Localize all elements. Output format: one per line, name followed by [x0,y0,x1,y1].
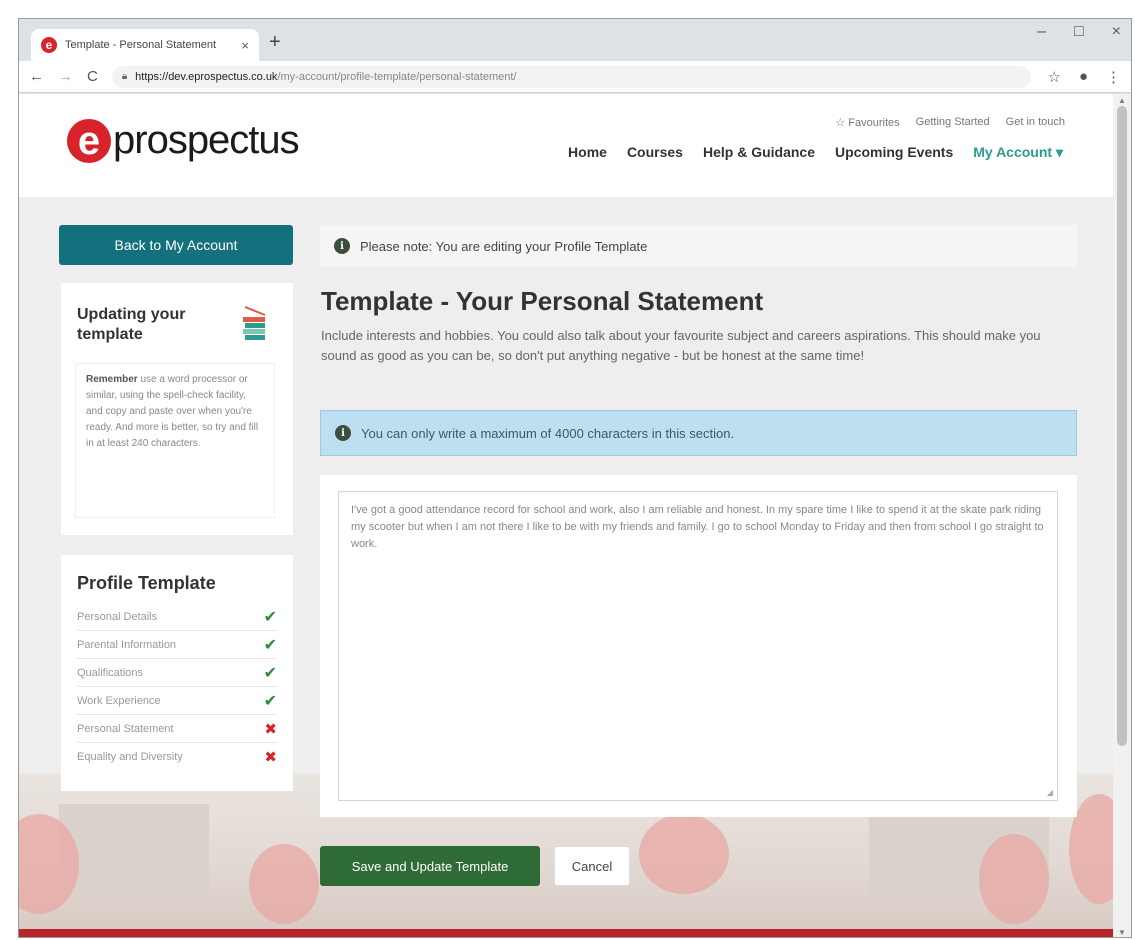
profile-item-parental-information[interactable]: Parental Information ✔ [77,631,277,659]
menu-dots-icon[interactable]: ⋮ [1106,68,1121,86]
tab-title: Template - Personal Statement [65,39,217,51]
check-icon: ✔ [263,691,277,710]
profile-item-label: Personal Details [77,610,158,623]
info-icon: i [335,425,351,441]
getting-started-link[interactable]: Getting Started [916,116,990,129]
profile-item-work-experience[interactable]: Work Experience ✔ [77,687,277,715]
profile-item-equality-diversity[interactable]: Equality and Diversity ✖ [77,743,277,771]
profile-item-label: Work Experience [77,694,161,707]
url-path: /my-account/profile-template/personal-st… [277,70,517,83]
personal-statement-textarea[interactable]: I've got a good attendance record for sc… [338,491,1058,801]
logo-mark-icon: e [67,118,111,163]
browser-tab[interactable]: e Template - Personal Statement × [31,29,259,61]
resize-grip-icon[interactable]: ◢ [1047,788,1053,797]
maximize-button[interactable]: □ [1074,23,1084,41]
nav-my-account-dropdown[interactable]: My Account ▾ [973,144,1063,161]
updating-template-card: Updating your template Remember use a wo… [61,283,293,535]
info-icon: i [334,238,350,254]
check-icon: ✔ [263,663,277,682]
site-header: e prospectus ☆ Favourites Getting Starte… [19,94,1115,197]
profile-item-label: Personal Statement [77,722,174,735]
profile-item-qualifications[interactable]: Qualifications ✔ [77,659,277,687]
tab-strip: e Template - Personal Statement × + – □ … [19,19,1131,61]
reload-icon[interactable]: C [87,68,98,85]
main-navigation: Home Courses Help & Guidance Upcoming Ev… [568,144,1063,161]
profile-item-label: Qualifications [77,666,144,679]
tab-close-icon[interactable]: × [241,38,249,53]
scrollbar-thumb[interactable] [1117,106,1127,746]
browser-toolbar: ← → C 🔒︎ https://dev.eprospectus.co.uk/m… [19,61,1131,93]
eprospectus-favicon-icon: e [41,37,57,53]
footer-red-bar [19,929,1115,937]
eprospectus-logo[interactable]: e prospectus [67,118,300,163]
nav-upcoming-events[interactable]: Upcoming Events [835,144,953,161]
forward-arrow-icon[interactable]: → [58,68,73,85]
check-icon: ✔ [263,607,277,626]
profile-item-label: Parental Information [77,638,177,651]
page-description: Include interests and hobbies. You could… [321,328,1041,363]
logo-text: prospectus [113,118,300,162]
profile-template-card: Profile Template Personal Details ✔ Pare… [61,555,293,791]
address-bar[interactable]: 🔒︎ https://dev.eprospectus.co.uk/my-acco… [111,65,1032,88]
lock-icon: 🔒︎ [121,71,128,82]
cancel-button[interactable]: Cancel [554,846,630,886]
close-window-button[interactable]: × [1112,23,1121,41]
profile-item-personal-details[interactable]: Personal Details ✔ [77,603,277,631]
new-tab-button[interactable]: + [269,31,281,54]
editing-notice: i Please note: You are editing your Prof… [320,225,1077,267]
cross-icon: ✖ [264,748,277,766]
get-in-touch-link[interactable]: Get in touch [1006,116,1065,129]
scroll-up-icon[interactable]: ▲ [1118,96,1126,105]
profile-template-title: Profile Template [77,573,216,593]
nav-home[interactable]: Home [568,144,607,161]
minimize-button[interactable]: – [1037,23,1046,41]
books-stack-icon [243,306,266,340]
toolbar-actions: ☆ ● ⋮ [1047,68,1121,86]
nav-courses[interactable]: Courses [627,144,683,161]
tip-emphasis: Remember [86,374,138,385]
character-limit-text: You can only write a maximum of 4000 cha… [361,425,735,441]
page-scrollbar[interactable]: ▲ ▼ [1113,94,1131,937]
cross-icon: ✖ [264,719,277,738]
profile-item-personal-statement[interactable]: Personal Statement ✖ [77,715,277,743]
back-to-account-button[interactable]: Back to My Account [59,225,293,265]
editing-notice-text: Please note: You are editing your Profil… [360,238,648,254]
back-arrow-icon[interactable]: ← [29,68,44,85]
page-viewport: e prospectus ☆ Favourites Getting Starte… [19,94,1115,937]
profile-template-list: Personal Details ✔ Parental Information … [77,603,277,771]
tip-box: Remember use a word processor or similar… [75,363,275,518]
updating-title: Updating your template [77,306,186,343]
window-controls: – □ × [1037,23,1121,41]
page-title: Template - Your Personal Statement [321,286,764,316]
check-icon: ✔ [263,635,277,654]
tip-text: use a word processor or similar, using t… [86,374,259,449]
save-update-template-button[interactable]: Save and Update Template [320,846,540,886]
character-limit-alert: i You can only write a maximum of 4000 c… [320,410,1077,456]
browser-window: e Template - Personal Statement × + – □ … [18,18,1132,938]
nav-help-guidance[interactable]: Help & Guidance [703,144,815,161]
bookmark-star-icon[interactable]: ☆ [1047,68,1060,86]
scroll-down-icon[interactable]: ▼ [1118,928,1126,937]
utility-links: ☆ Favourites Getting Started Get in touc… [835,116,1065,129]
profile-icon[interactable]: ● [1079,68,1088,86]
favourites-link[interactable]: ☆ Favourites [835,116,899,129]
profile-item-label: Equality and Diversity [77,751,183,763]
statement-editor-card: I've got a good attendance record for sc… [320,475,1077,817]
url-host: https://dev.eprospectus.co.uk [135,70,278,83]
